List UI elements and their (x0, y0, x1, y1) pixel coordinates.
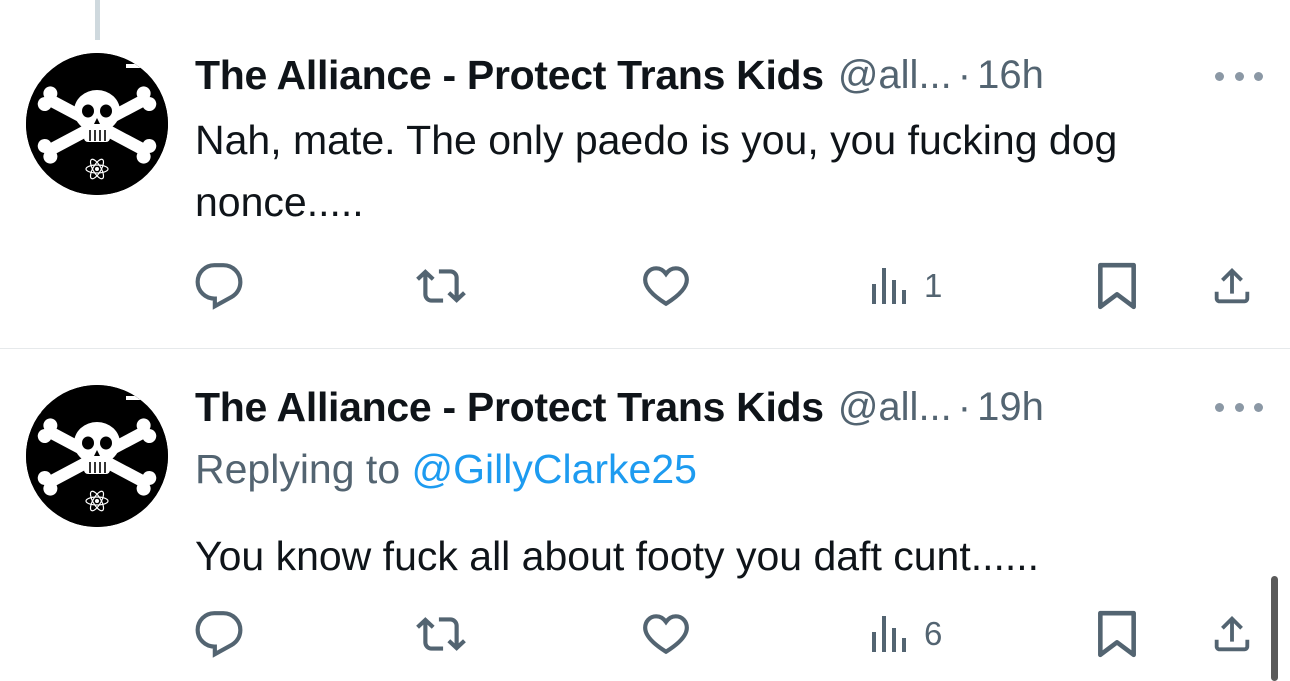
retweet-button[interactable] (412, 604, 470, 664)
tweet-text: You know fuck all about footy you daft c… (195, 533, 1040, 579)
reply-icon (195, 611, 243, 658)
replying-to: Replying to @GillyClarke25 (195, 446, 697, 493)
heart-icon (643, 614, 689, 655)
views-button[interactable]: 6 (870, 604, 942, 664)
bookmark-icon (1098, 262, 1136, 310)
share-icon (1214, 615, 1250, 652)
tweet-header: The Alliance - Protect Trans Kids @all..… (195, 382, 1290, 432)
skull-crossbones-icon (26, 53, 168, 195)
timestamp[interactable]: 19h (977, 385, 1044, 430)
scrollbar[interactable] (1271, 576, 1278, 681)
share-icon (1214, 267, 1250, 304)
views-icon (872, 616, 906, 652)
views-button[interactable]: 1 (870, 256, 942, 316)
views-count: 1 (924, 267, 943, 304)
author-handle[interactable]: @all... (838, 53, 952, 98)
share-button[interactable] (1209, 256, 1255, 316)
tweet[interactable]: The Alliance - Protect Trans Kids @all..… (0, 349, 1290, 681)
reply-button[interactable] (194, 604, 244, 664)
bookmark-button[interactable] (1096, 256, 1138, 316)
more-icon[interactable] (1215, 66, 1263, 86)
author-handle[interactable]: @all... (838, 385, 952, 430)
separator-dot: · (957, 52, 972, 97)
author-name[interactable]: The Alliance - Protect Trans Kids (195, 52, 824, 99)
avatar[interactable] (26, 53, 168, 195)
tweet-actions: 6 (0, 604, 1290, 664)
tweet-text: Nah, mate. The only paedo is you, you fu… (195, 117, 1118, 225)
retweet-icon (416, 617, 466, 651)
like-button[interactable] (641, 604, 691, 664)
separator-dot: · (957, 384, 972, 429)
more-icon[interactable] (1215, 397, 1263, 417)
replying-to-label: Replying to (195, 446, 412, 492)
replying-to-mention[interactable]: @GillyClarke25 (412, 446, 697, 492)
skull-crossbones-icon (26, 385, 168, 527)
timestamp[interactable]: 16h (977, 53, 1044, 98)
bookmark-button[interactable] (1096, 604, 1138, 664)
tweet-actions: 1 (0, 256, 1290, 316)
views-icon (872, 268, 906, 304)
share-button[interactable] (1209, 604, 1255, 664)
avatar[interactable] (26, 385, 168, 527)
retweet-button[interactable] (412, 256, 470, 316)
tweet-header: The Alliance - Protect Trans Kids @all..… (195, 50, 1290, 100)
author-name[interactable]: The Alliance - Protect Trans Kids (195, 384, 824, 431)
bookmark-icon (1098, 610, 1136, 658)
reply-icon (195, 263, 243, 310)
retweet-icon (416, 269, 466, 303)
tweet[interactable]: The Alliance - Protect Trans Kids @all..… (0, 0, 1290, 348)
heart-icon (643, 266, 689, 307)
reply-button[interactable] (194, 256, 244, 316)
like-button[interactable] (641, 256, 691, 316)
timeline: The Alliance - Protect Trans Kids @all..… (0, 0, 1290, 681)
views-count: 6 (924, 615, 943, 652)
